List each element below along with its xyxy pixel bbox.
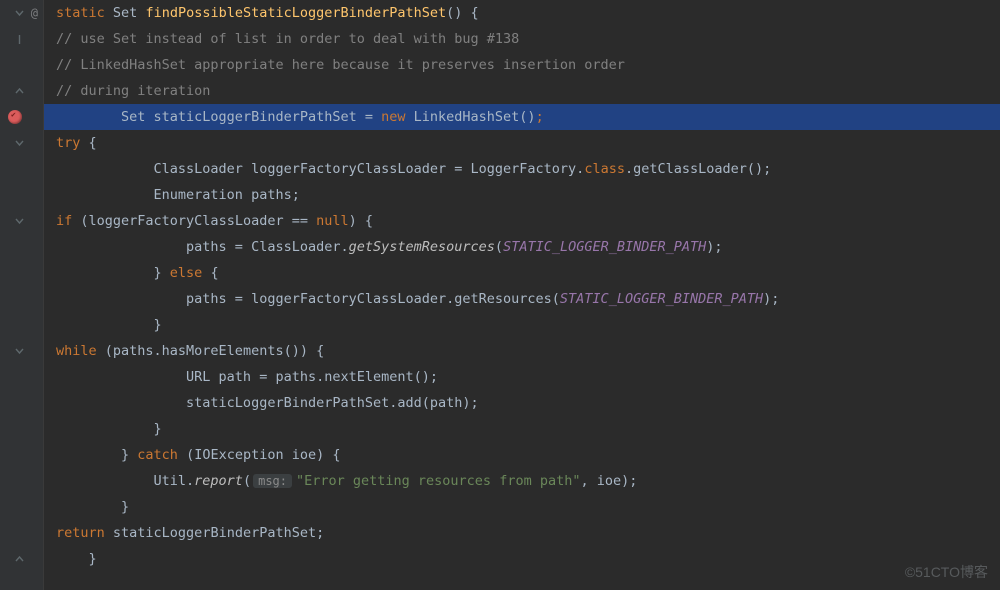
code-line[interactable]: } <box>44 416 1000 442</box>
gutter[interactable]: @ <box>0 0 44 590</box>
chevron-down-icon <box>15 347 24 356</box>
code-line[interactable]: staticLoggerBinderPathSet.add(path); <box>44 390 1000 416</box>
code-editor[interactable]: static Set findPossibleStaticLoggerBinde… <box>44 0 1000 590</box>
breakpoint-icon <box>8 110 22 124</box>
code-line[interactable]: } else { <box>44 260 1000 286</box>
fold-line-icon <box>15 35 24 44</box>
fold-toggle[interactable] <box>0 78 44 104</box>
chevron-down-icon <box>15 139 24 148</box>
fold-toggle[interactable] <box>0 208 44 234</box>
breakpoint-marker[interactable] <box>0 104 44 130</box>
code-line[interactable]: // LinkedHashSet appropriate here becaus… <box>44 52 1000 78</box>
code-line[interactable]: Set staticLoggerBinderPathSet = new Link… <box>44 104 1000 130</box>
chevron-down-icon <box>15 217 24 226</box>
fold-toggle[interactable] <box>0 546 44 572</box>
chevron-up-icon <box>15 555 24 564</box>
fold-toggle[interactable] <box>0 0 44 26</box>
code-line[interactable]: paths = loggerFactoryClassLoader.getReso… <box>44 286 1000 312</box>
code-line[interactable]: if (loggerFactoryClassLoader == null) { <box>44 208 1000 234</box>
code-line[interactable]: Enumeration paths; <box>44 182 1000 208</box>
code-line[interactable]: return staticLoggerBinderPathSet; <box>44 520 1000 546</box>
code-line[interactable]: Util.report(msg: "Error getting resource… <box>44 468 1000 494</box>
chevron-down-icon <box>15 9 24 18</box>
code-line[interactable]: // use Set instead of list in order to d… <box>44 26 1000 52</box>
code-line[interactable]: static Set findPossibleStaticLoggerBinde… <box>44 0 1000 26</box>
fold-toggle[interactable] <box>0 130 44 156</box>
code-line[interactable]: paths = ClassLoader.getSystemResources(S… <box>44 234 1000 260</box>
code-line[interactable]: } <box>44 494 1000 520</box>
fold-toggle[interactable] <box>0 338 44 364</box>
watermark: ©51CTO博客 <box>905 562 988 582</box>
code-line[interactable]: URL path = paths.nextElement(); <box>44 364 1000 390</box>
fold-toggle[interactable] <box>0 26 44 52</box>
code-line[interactable]: try { <box>44 130 1000 156</box>
code-line[interactable]: } <box>44 312 1000 338</box>
code-line[interactable]: while (paths.hasMoreElements()) { <box>44 338 1000 364</box>
code-line[interactable]: } <box>44 546 1000 572</box>
code-line[interactable]: ClassLoader loggerFactoryClassLoader = L… <box>44 156 1000 182</box>
chevron-up-icon <box>15 87 24 96</box>
code-line[interactable]: } catch (IOException ioe) { <box>44 442 1000 468</box>
code-line[interactable]: // during iteration <box>44 78 1000 104</box>
